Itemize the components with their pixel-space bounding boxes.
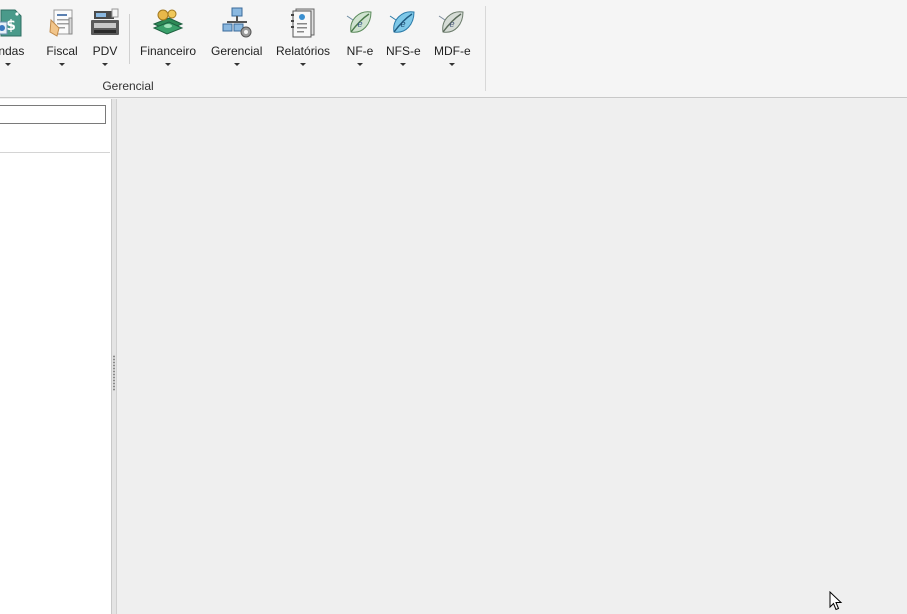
- ribbon-group-label: Gerencial: [102, 79, 154, 93]
- ribbon-button-label: endas: [0, 44, 25, 58]
- pane-divider: [0, 152, 110, 153]
- ribbon-button-label: NF-e: [346, 44, 374, 58]
- ribbon-button-gerencial[interactable]: Gerencial: [211, 6, 262, 74]
- ribbon-button-fiscal[interactable]: Fiscal: [45, 6, 79, 74]
- dropdown-arrow-icon[interactable]: [5, 63, 11, 66]
- dropdown-arrow-icon[interactable]: [400, 63, 407, 66]
- network-gear-icon: [222, 7, 252, 38]
- ribbon-button-label: Financeiro: [140, 44, 197, 58]
- dropdown-arrow-icon[interactable]: [357, 63, 363, 66]
- report-notebook-icon: [291, 8, 315, 38]
- dropdown-arrow-icon[interactable]: [165, 63, 172, 66]
- ribbon-button-vendas[interactable]: $ endas: [0, 6, 25, 74]
- search-input[interactable]: [0, 105, 106, 124]
- cash-register-icon: [91, 8, 119, 35]
- dropdown-arrow-icon[interactable]: [300, 63, 307, 66]
- ribbon-button-label: NFS-e: [386, 44, 421, 58]
- svg-text:e: e: [450, 20, 455, 30]
- mouse-pointer-icon: [829, 591, 843, 611]
- nfse-leaf-icon: e: [390, 11, 415, 33]
- sales-tag-dollar-icon: $: [0, 9, 22, 37]
- left-navigation-pane: [0, 99, 111, 614]
- ribbon-button-financeiro[interactable]: Financeiro: [140, 6, 196, 74]
- svg-text:$: $: [6, 18, 16, 34]
- ribbon-button-pdv[interactable]: PDV: [88, 6, 122, 74]
- svg-text:e: e: [401, 20, 406, 30]
- ribbon-button-label: Gerencial: [211, 44, 263, 58]
- ribbon-button-label: Relatórios: [276, 44, 331, 58]
- svg-text:e: e: [357, 20, 362, 30]
- ribbon-button-label: PDV: [92, 44, 118, 58]
- ribbon-toolbar: $ endas Fiscal PDV: [0, 0, 907, 98]
- main-workspace: [117, 99, 907, 614]
- ribbon-separator: [129, 14, 130, 64]
- dropdown-arrow-icon[interactable]: [449, 63, 456, 66]
- fiscal-documents-icon: [49, 9, 73, 37]
- ribbon-button-nfe[interactable]: e NF-e: [343, 6, 377, 74]
- dropdown-arrow-icon[interactable]: [233, 63, 240, 66]
- money-stack-icon: [152, 9, 184, 35]
- nfe-leaf-icon: e: [346, 11, 372, 33]
- splitter-grip-icon[interactable]: [113, 355, 115, 391]
- ribbon-button-label: MDF-e: [434, 44, 471, 58]
- dropdown-arrow-icon[interactable]: [102, 63, 108, 66]
- mdfe-leaf-icon: e: [439, 11, 464, 33]
- ribbon-button-nfse[interactable]: e NFS-e: [386, 6, 421, 74]
- dropdown-arrow-icon[interactable]: [59, 63, 65, 66]
- ribbon-button-mdfe[interactable]: e MDF-e: [434, 6, 471, 74]
- ribbon-group-separator: [485, 6, 486, 91]
- ribbon-button-label: Fiscal: [46, 44, 78, 58]
- ribbon-button-relatorios[interactable]: Relatórios: [276, 6, 330, 74]
